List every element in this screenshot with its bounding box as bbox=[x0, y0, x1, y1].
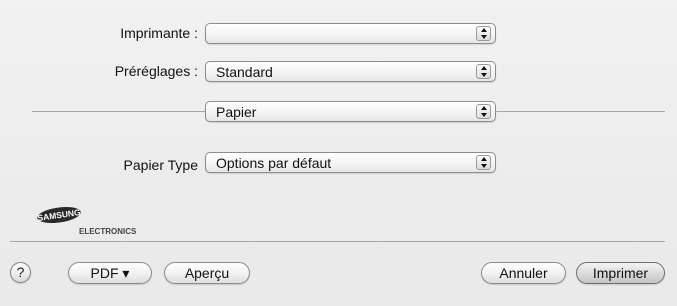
printer-popup[interactable] bbox=[205, 23, 496, 44]
section-value: Papier bbox=[216, 104, 257, 120]
footer-divider bbox=[10, 241, 665, 242]
presets-popup[interactable]: Standard bbox=[205, 61, 496, 82]
up-down-arrows-icon bbox=[476, 155, 491, 170]
up-down-arrows-icon bbox=[476, 26, 491, 41]
print-button[interactable]: Imprimer bbox=[576, 262, 665, 284]
up-down-arrows-icon bbox=[476, 104, 491, 119]
presets-label: Préréglages : bbox=[114, 63, 198, 79]
paper-type-popup[interactable]: Options par défaut bbox=[205, 152, 496, 173]
paper-type-value: Options par défaut bbox=[216, 155, 332, 171]
up-down-arrows-icon bbox=[476, 64, 491, 79]
presets-value: Standard bbox=[216, 64, 273, 80]
section-divider-right bbox=[496, 111, 665, 112]
question-mark-icon: ? bbox=[16, 264, 25, 280]
paper-type-label: Papier Type bbox=[123, 157, 198, 173]
logo-sub: ELECTRONICS bbox=[79, 227, 137, 236]
help-button[interactable]: ? bbox=[10, 262, 31, 283]
samsung-electronics-logo: SAMSUNG ELECTRONICS bbox=[37, 206, 137, 236]
preview-button[interactable]: Aperçu bbox=[164, 262, 250, 284]
cancel-button[interactable]: Annuler bbox=[481, 262, 566, 284]
section-divider-left bbox=[32, 111, 205, 112]
pdf-button[interactable]: PDF ▾ bbox=[68, 262, 152, 284]
section-popup[interactable]: Papier bbox=[205, 101, 496, 122]
print-dialog: Imprimante : Préréglages : Standard Papi… bbox=[0, 0, 677, 306]
printer-label: Imprimante : bbox=[120, 25, 198, 41]
